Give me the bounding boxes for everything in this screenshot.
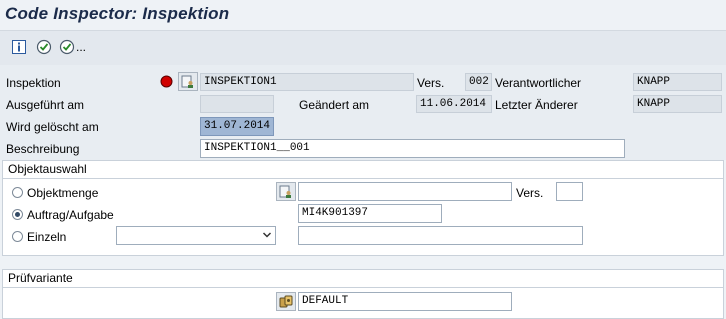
objektmenge-input[interactable] — [298, 182, 512, 201]
objektauswahl-header: Objektauswahl — [3, 161, 723, 179]
inspektion-label: Inspektion — [6, 76, 61, 90]
title-bar: Code Inspector: Inspektion — [0, 0, 726, 30]
objektmenge-vers-label: Vers. — [516, 186, 544, 200]
beschreibung-label: Beschreibung — [6, 142, 80, 156]
auftrag-input[interactable]: MI4K901397 — [298, 204, 442, 223]
verantwortlicher-label: Verantwortlicher — [495, 76, 582, 90]
pruefvariante-details-button[interactable] — [276, 292, 296, 311]
ausgefuehrt-label: Ausgeführt am — [6, 98, 85, 112]
application-toolbar: ... — [0, 30, 726, 66]
letzter-aenderer-field: KNAPP — [633, 95, 722, 113]
objektmenge-label: Objektmenge — [27, 186, 99, 200]
radio-auftrag[interactable] — [12, 209, 23, 220]
check-variant-icon — [279, 295, 292, 307]
geaendert-field: 11.06.2014 — [416, 95, 492, 113]
letzter-aenderer-label: Letzter Änderer — [495, 98, 578, 112]
check-button[interactable] — [34, 38, 54, 56]
vers-label: Vers. — [417, 76, 445, 90]
document-person-icon — [181, 75, 193, 88]
radio-objektmenge[interactable] — [12, 187, 23, 198]
execute-check-icon — [36, 39, 52, 55]
info-icon — [12, 40, 26, 54]
pruefvariante-title: Prüfvariante — [8, 271, 73, 285]
document-person-icon — [279, 185, 291, 198]
inspektion-field: INSPEKTION1 — [200, 73, 414, 91]
page-title: Code Inspector: Inspektion — [5, 4, 230, 23]
geaendert-label: Geändert am — [299, 98, 370, 112]
geloescht-date-input[interactable]: 31.07.2014 — [200, 117, 274, 136]
beschreibung-input[interactable]: INSPEKTION1__001 — [200, 139, 625, 158]
einzeln-label: Einzeln — [27, 230, 67, 244]
chevron-down-icon — [262, 232, 272, 238]
pruefvariante-header: Prüfvariante — [3, 270, 723, 288]
check-more-button[interactable]: ... — [59, 38, 91, 56]
einzeln-input[interactable] — [298, 226, 583, 245]
inspektion-details-button[interactable] — [178, 72, 198, 91]
execute-check-icon — [59, 39, 75, 55]
geloescht-label: Wird gelöscht am — [6, 120, 99, 134]
verantwortlicher-field: KNAPP — [633, 73, 722, 91]
objektauswahl-title: Objektauswahl — [8, 162, 87, 176]
objektmenge-details-button[interactable] — [276, 182, 296, 201]
status-red-icon — [160, 75, 173, 88]
radio-einzeln[interactable] — [12, 231, 23, 242]
more-dots: ... — [76, 40, 87, 54]
vers-field: 002 — [465, 73, 492, 91]
auftrag-label: Auftrag/Aufgabe — [27, 208, 114, 222]
pruefvariante-input[interactable]: DEFAULT — [298, 292, 512, 311]
info-button[interactable] — [10, 38, 28, 56]
einzeln-type-select[interactable] — [116, 226, 276, 245]
objektmenge-vers-input[interactable] — [556, 182, 583, 201]
ausgefuehrt-field — [200, 95, 274, 113]
